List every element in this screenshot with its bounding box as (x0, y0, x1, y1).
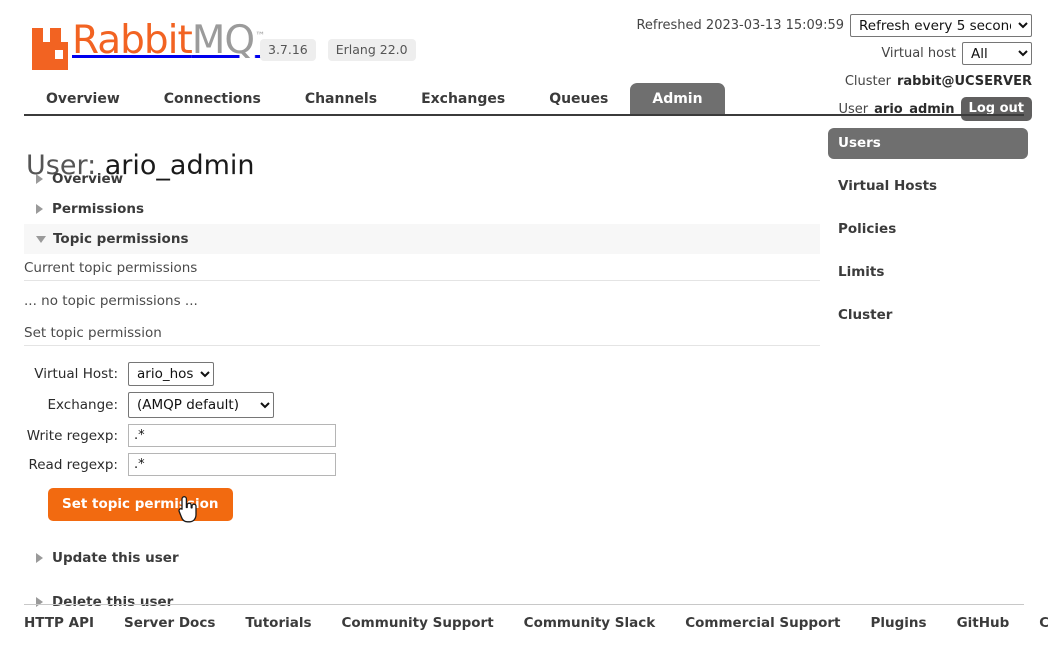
virtual-host-label: Virtual host (881, 46, 956, 61)
footer-link-tutorials[interactable]: Tutorials (245, 615, 311, 631)
tab-overview[interactable]: Overview (24, 83, 142, 116)
admin-sidebar: Users Virtual Hosts Policies Limits Clus… (828, 128, 1028, 343)
chevron-right-icon (36, 204, 43, 214)
nav-underline (24, 114, 1024, 116)
sidebar-item-users[interactable]: Users (828, 128, 1028, 159)
set-topic-permission-heading: Set topic permission (24, 319, 820, 346)
sidebar-item-policies[interactable]: Policies (828, 214, 1028, 245)
footer-link-community-slack[interactable]: Community Slack (524, 615, 656, 631)
section-overview-label: Overview (52, 171, 123, 187)
section-topic-permissions-label: Topic permissions (53, 231, 188, 247)
refresh-interval-select[interactable]: Refresh every 5 seconds (850, 14, 1032, 37)
form-exchange-select[interactable]: (AMQP default) (128, 392, 274, 418)
section-overview[interactable]: Overview (24, 164, 820, 194)
logo-wordmark: RabbitMQ™ (72, 22, 264, 70)
form-row-exchange: Exchange: (AMQP default) (24, 392, 820, 418)
sidebar-item-virtual-hosts[interactable]: Virtual Hosts (828, 171, 1028, 202)
form-exchange-label: Exchange: (24, 397, 118, 413)
set-topic-permission-form: Virtual Host: ario_host Exchange: (AMQP … (24, 362, 820, 521)
footer-links: HTTP API Server Docs Tutorials Community… (24, 604, 1024, 631)
chevron-down-icon (36, 236, 46, 243)
footer-link-http-api[interactable]: HTTP API (24, 615, 94, 631)
form-row-vhost: Virtual Host: ario_host (24, 362, 820, 386)
tab-connections[interactable]: Connections (142, 83, 283, 116)
current-topic-permissions-heading: Current topic permissions (24, 254, 820, 281)
topic-permissions-body: Current topic permissions ... no topic p… (24, 254, 820, 521)
form-write-regexp-label: Write regexp: (24, 428, 118, 444)
rabbitmq-logo[interactable]: RabbitMQ™ (30, 22, 264, 70)
section-permissions-label: Permissions (52, 201, 144, 217)
section-permissions[interactable]: Permissions (24, 194, 820, 224)
tab-admin[interactable]: Admin (630, 83, 724, 116)
footer-link-changelog[interactable]: Changelog (1039, 615, 1048, 631)
form-read-regexp-label: Read regexp: (24, 457, 118, 473)
form-row-read-regexp: Read regexp: (24, 453, 820, 476)
form-row-write-regexp: Write regexp: (24, 424, 820, 447)
form-vhost-select[interactable]: ario_host (128, 362, 214, 386)
sidebar-item-limits[interactable]: Limits (828, 257, 1028, 288)
page-header: RabbitMQ™ 3.7.16 Erlang 22.0 Refreshed 2… (0, 0, 1048, 116)
version-badges: 3.7.16 Erlang 22.0 (260, 39, 416, 61)
rabbit-logo-icon (30, 28, 70, 70)
refresh-row: Refreshed 2023-03-13 15:09:59 Refresh ev… (636, 12, 1032, 38)
section-topic-permissions[interactable]: Topic permissions (24, 224, 820, 254)
footer-link-plugins[interactable]: Plugins (870, 615, 926, 631)
tab-channels[interactable]: Channels (283, 83, 399, 116)
rabbitmq-version-badge: 3.7.16 (260, 39, 316, 61)
chevron-right-icon (36, 553, 43, 563)
user-detail-sections: Overview Permissions Topic permissions C… (24, 164, 820, 631)
chevron-right-icon (36, 174, 43, 184)
logo-text-rabbit: Rabbit (72, 18, 192, 63)
tab-queues[interactable]: Queues (527, 83, 630, 116)
refreshed-timestamp: Refreshed 2023-03-13 15:09:59 (636, 18, 844, 33)
tab-exchanges[interactable]: Exchanges (399, 83, 527, 116)
virtual-host-select[interactable]: All (962, 42, 1032, 65)
footer-link-commercial-support[interactable]: Commercial Support (685, 615, 840, 631)
write-regexp-input[interactable] (128, 424, 336, 447)
rabbitmq-management-page: RabbitMQ™ 3.7.16 Erlang 22.0 Refreshed 2… (0, 0, 1048, 646)
footer-link-github[interactable]: GitHub (957, 615, 1010, 631)
form-submit-row: Set topic permission (24, 488, 820, 521)
footer-link-server-docs[interactable]: Server Docs (124, 615, 215, 631)
form-vhost-label: Virtual Host: (24, 366, 118, 382)
no-topic-permissions-text: ... no topic permissions ... (24, 281, 820, 319)
sidebar-item-cluster[interactable]: Cluster (828, 300, 1028, 331)
erlang-version-badge: Erlang 22.0 (328, 39, 416, 61)
section-update-user[interactable]: Update this user (24, 543, 820, 573)
section-update-user-label: Update this user (52, 550, 179, 566)
main-navigation: Overview Connections Channels Exchanges … (24, 82, 1024, 116)
set-topic-permission-button[interactable]: Set topic permission (48, 488, 233, 521)
footer-link-community-support[interactable]: Community Support (342, 615, 494, 631)
read-regexp-input[interactable] (128, 453, 336, 476)
vhost-row: Virtual host All (636, 40, 1032, 66)
logo-text-mq: MQ (192, 18, 254, 63)
